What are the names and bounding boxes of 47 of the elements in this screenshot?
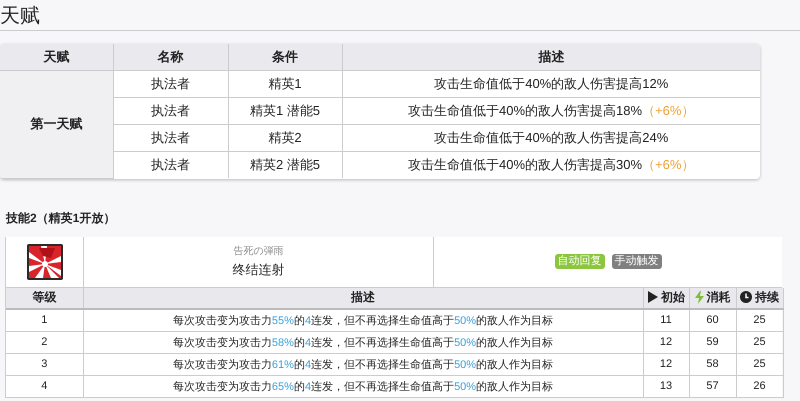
table-cell: 攻击生命值低于40%的敌人伤害提高30%（+6%） bbox=[342, 152, 760, 178]
table-cell: 每次攻击变为攻击力58%的4连发，但不再选择生命值高于50%的敌人作为目标 bbox=[83, 331, 643, 353]
table-cell: 59 bbox=[689, 331, 736, 353]
skill-subtitle: 告死の弾雨 bbox=[234, 244, 284, 258]
table-cell: 执法者 bbox=[113, 124, 228, 152]
column-header: 持续 bbox=[755, 288, 779, 306]
table-cell: 3 bbox=[6, 353, 83, 375]
column-header: 等级 bbox=[6, 288, 83, 308]
table-cell: 精英1 潜能5 bbox=[228, 98, 342, 124]
table-cell: 12 bbox=[643, 353, 689, 375]
table-cell: 每次攻击变为攻击力65%的4连发，但不再选择生命值高于50%的敌人作为目标 bbox=[83, 375, 643, 397]
skill-icon bbox=[26, 244, 62, 280]
table-cell: 精英1 bbox=[228, 70, 342, 98]
table-cell: 57 bbox=[689, 375, 736, 397]
table-cell: 25 bbox=[736, 353, 783, 375]
table-cell: 执法者 bbox=[113, 70, 228, 98]
tag: 自动回复 bbox=[554, 254, 604, 269]
clock-icon bbox=[740, 291, 752, 304]
table-cell: 2 bbox=[6, 331, 83, 353]
column-header: 条件 bbox=[228, 44, 342, 70]
table-cell: 1 bbox=[6, 308, 83, 331]
table-cell: 60 bbox=[689, 308, 736, 331]
table-cell: 第一天赋 bbox=[0, 70, 113, 178]
table-cell: 精英2 bbox=[228, 124, 342, 152]
skill-name: 终结连射 bbox=[232, 261, 284, 279]
section-title: 技能2（精英1开放） bbox=[6, 210, 116, 226]
table-cell: 12 bbox=[643, 331, 689, 353]
column-header: 天赋 bbox=[0, 44, 113, 70]
column-header: 描述 bbox=[342, 44, 760, 70]
column-header: 初始 bbox=[661, 288, 685, 306]
table-cell: 执法者 bbox=[113, 98, 228, 124]
column-header: 描述 bbox=[83, 288, 643, 308]
table-cell: 25 bbox=[736, 331, 783, 353]
table-cell: 4 bbox=[6, 375, 83, 397]
column-header: 名称 bbox=[113, 44, 228, 70]
table-cell: 26 bbox=[736, 375, 783, 397]
table-cell: 58 bbox=[689, 353, 736, 375]
table-cell: 每次攻击变为攻击力61%的4连发，但不再选择生命值高于50%的敌人作为目标 bbox=[83, 353, 643, 375]
lightning-icon bbox=[694, 290, 704, 304]
table-cell: 25 bbox=[736, 308, 783, 331]
play-icon bbox=[647, 291, 658, 304]
table-cell: 13 bbox=[643, 375, 689, 397]
tag: 手动触发 bbox=[612, 254, 662, 269]
column-header: 消耗 bbox=[706, 288, 730, 306]
section-title: 天赋 bbox=[0, 0, 800, 31]
table-cell: 11 bbox=[643, 308, 689, 331]
table-cell: 每次攻击变为攻击力55%的4连发，但不再选择生命值高于50%的敌人作为目标 bbox=[83, 308, 643, 331]
